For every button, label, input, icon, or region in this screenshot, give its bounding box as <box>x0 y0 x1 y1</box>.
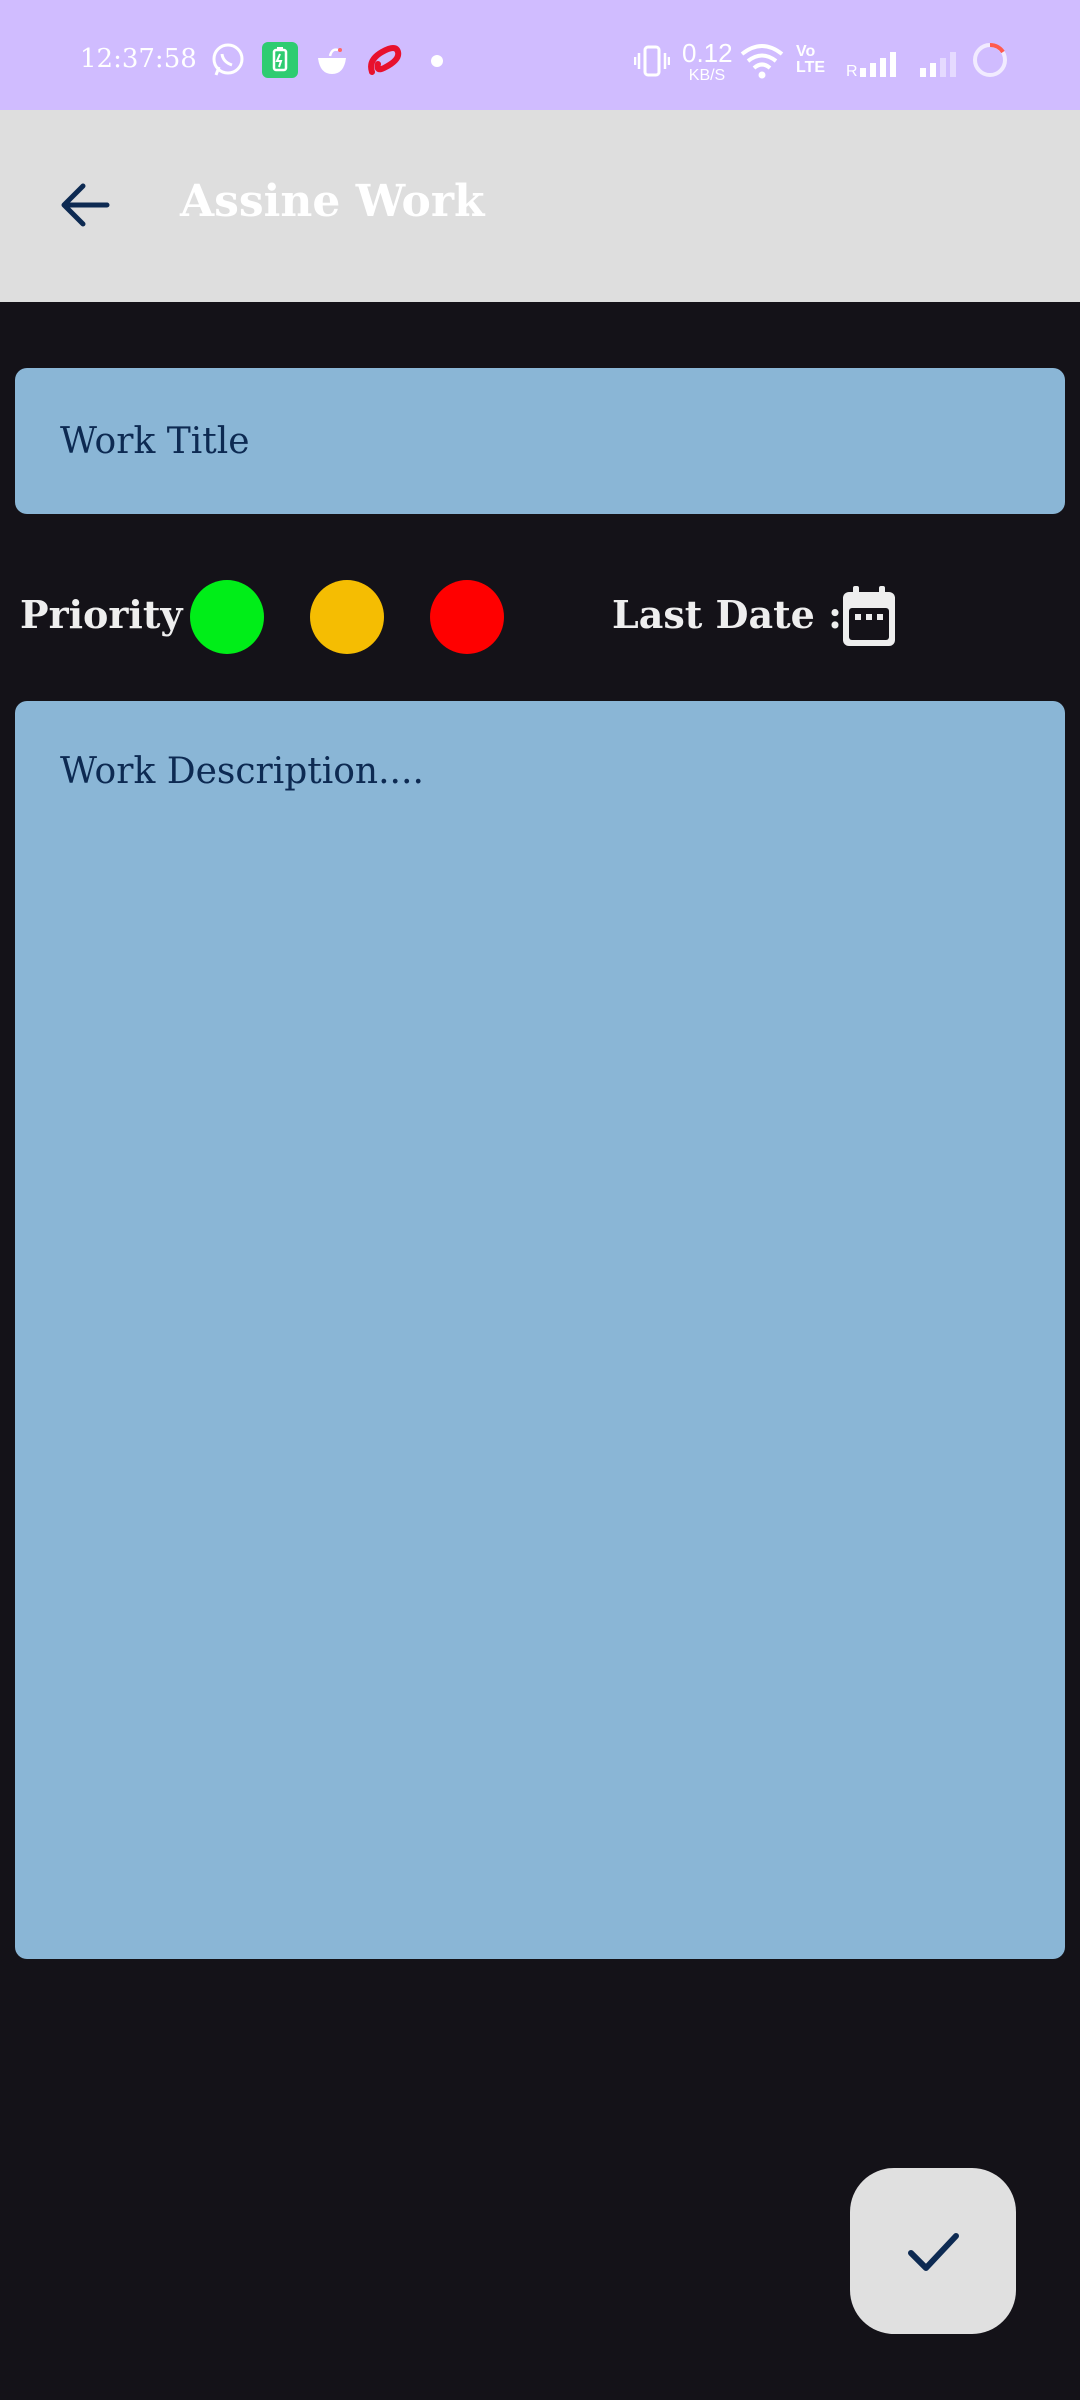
wifi-icon <box>740 44 784 79</box>
last-date-label: Last Date : <box>612 592 843 637</box>
calendar-icon <box>843 586 895 646</box>
priority-label: Priority : <box>20 592 210 637</box>
app-bar <box>0 110 1080 302</box>
volte-indicator: Vo LTE <box>796 43 826 76</box>
priority-low-button[interactable] <box>190 580 264 654</box>
work-description-field <box>15 701 1065 1959</box>
page-title: Assine Work <box>180 176 485 227</box>
net-speed-value: 0.12 <box>682 38 733 68</box>
back-button[interactable] <box>40 160 130 250</box>
calendar-button[interactable] <box>832 580 906 654</box>
vibrate-icon <box>634 45 670 77</box>
net-speed-unit: KB/S <box>688 67 726 84</box>
status-bar: 12:37:58 0.12 KB/S Vo LTE R <box>0 0 1080 110</box>
work-title-input[interactable] <box>60 368 1040 514</box>
svg-text:R: R <box>846 63 858 78</box>
work-title-field <box>15 368 1065 514</box>
battery-saver-icon <box>262 42 298 78</box>
check-icon <box>908 2233 959 2271</box>
priority-high-button[interactable] <box>430 580 504 654</box>
whatsapp-icon <box>212 43 244 76</box>
priority-medium-button[interactable] <box>310 580 384 654</box>
airtel-icon <box>368 45 402 75</box>
submit-fab-button[interactable] <box>850 2168 1016 2334</box>
dot-icon <box>431 55 443 67</box>
net-speed: 0.12 KB/S <box>682 38 733 84</box>
work-description-input[interactable] <box>60 751 1040 1931</box>
status-time: 12:37:58 <box>80 44 197 74</box>
arrow-back-icon <box>61 183 110 227</box>
loading-icon <box>973 43 1007 77</box>
swiggy-icon <box>318 48 346 74</box>
